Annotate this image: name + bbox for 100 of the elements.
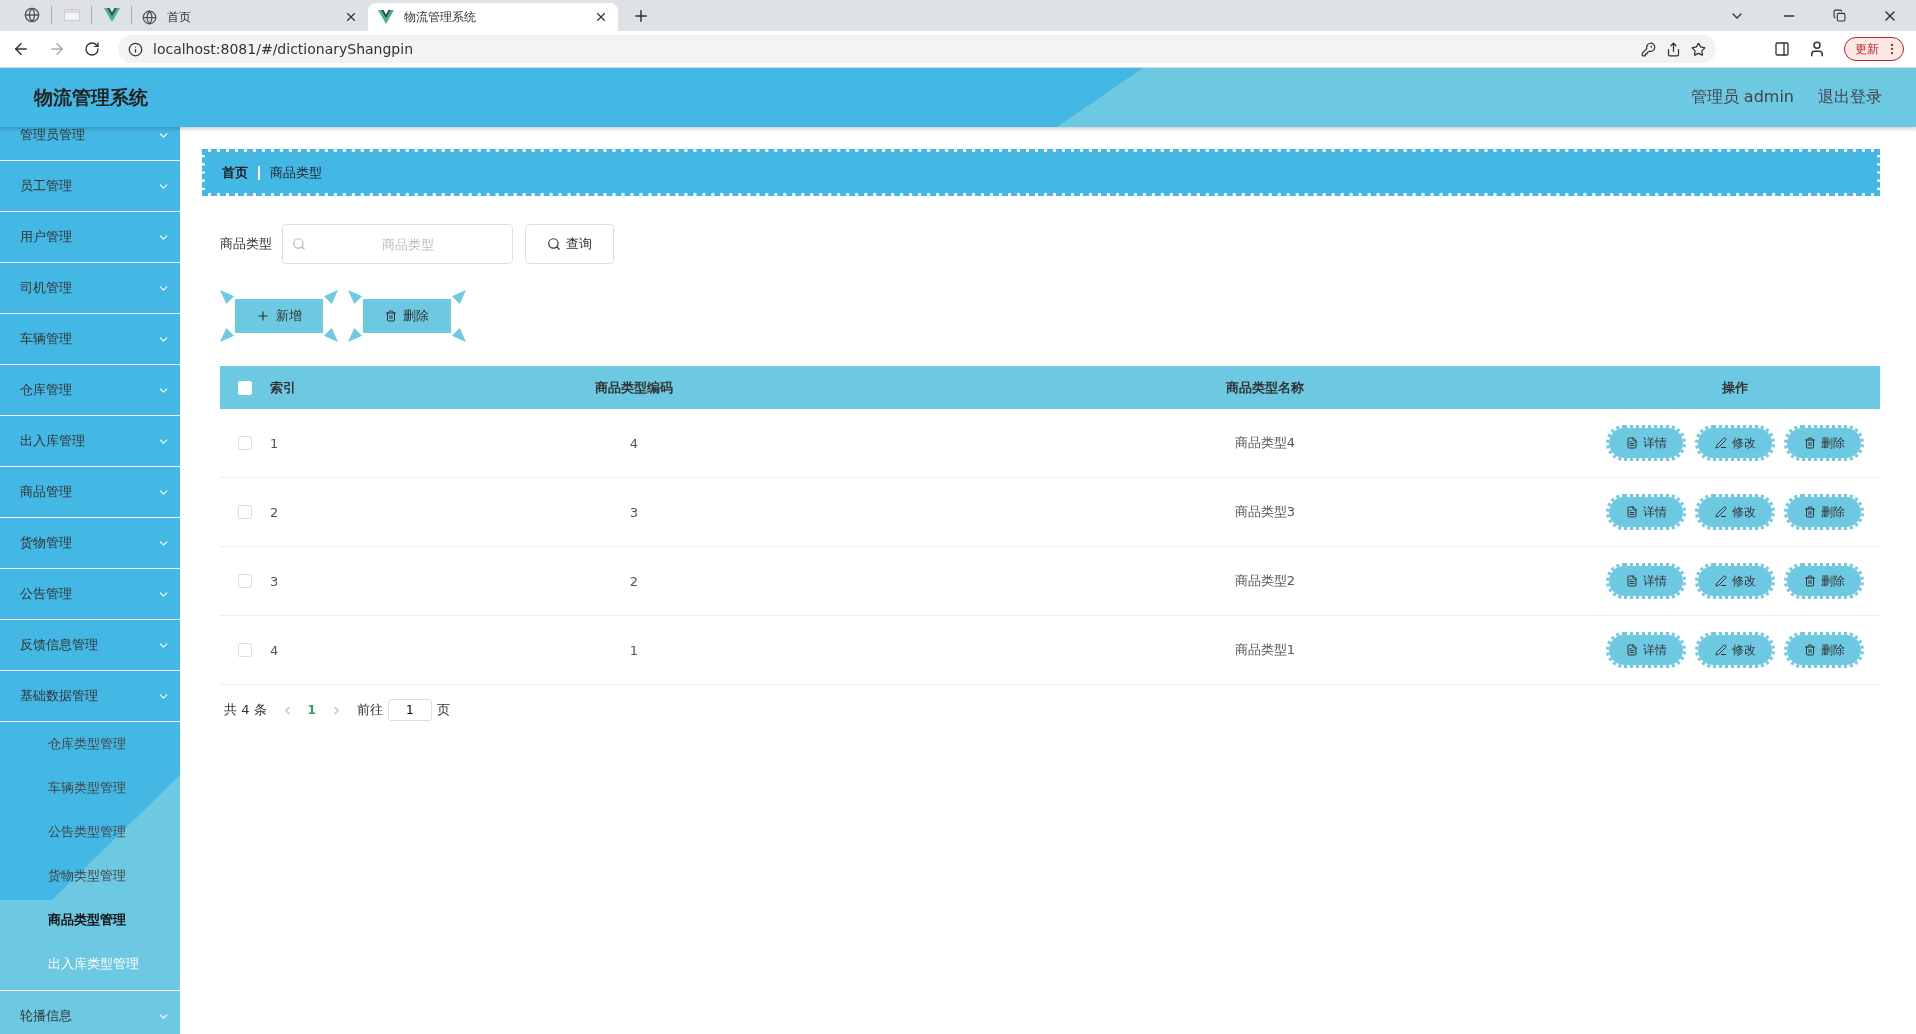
back-icon[interactable] <box>12 40 30 58</box>
add-button[interactable]: 新增 <box>220 290 338 342</box>
table-cell-text: 1 <box>270 435 280 451</box>
edit-button[interactable]: 修改 <box>1695 632 1775 668</box>
select-all-checkbox[interactable] <box>238 380 252 395</box>
menu-item[interactable]: 反馈信息管理 <box>0 620 180 671</box>
menu-item[interactable]: 仓库管理 <box>0 365 180 416</box>
row-checkbox[interactable] <box>238 505 252 519</box>
menu-item[interactable]: 用户管理 <box>0 212 180 263</box>
trash-icon <box>1803 575 1816 587</box>
profile-icon[interactable] <box>1808 40 1826 58</box>
column-header: 商品类型编码 <box>594 378 674 397</box>
restore-icon[interactable] <box>1833 9 1846 22</box>
detail-button[interactable]: 详情 <box>1606 425 1686 461</box>
delete-button[interactable]: 删除 <box>1784 425 1864 461</box>
page-suffix: 页 <box>436 701 450 719</box>
search-icon <box>292 237 306 251</box>
table-cell-text: 商品类型3 <box>1233 503 1297 521</box>
table-cell-text: 3 <box>270 573 280 589</box>
table-cell-text: 商品类型2 <box>1233 572 1297 590</box>
row-checkbox[interactable] <box>238 643 252 657</box>
trash-icon <box>1803 644 1816 656</box>
column-header: 商品类型名称 <box>1225 378 1305 397</box>
vue-logo-icon[interactable] <box>103 8 120 22</box>
close-icon[interactable] <box>594 10 608 24</box>
menu-item[interactable]: 出入库管理 <box>0 416 180 467</box>
submenu-item[interactable]: 公告类型管理 <box>0 810 180 854</box>
search-icon <box>547 237 561 251</box>
delete-button[interactable]: 删除 <box>348 290 466 342</box>
user-link[interactable]: 管理员 admin <box>1690 87 1794 108</box>
submenu-item[interactable]: 仓库类型管理 <box>0 722 180 766</box>
detail-button[interactable]: 详情 <box>1606 494 1686 530</box>
edit-button[interactable]: 修改 <box>1695 494 1775 530</box>
menu-item[interactable]: 商品管理 <box>0 467 180 518</box>
trash-icon <box>385 310 397 322</box>
pen-icon <box>1714 437 1727 449</box>
menu-item[interactable]: 员工管理 <box>0 161 180 212</box>
menu-item[interactable]: 基础数据管理 <box>0 671 180 722</box>
search-label: 商品类型 <box>220 235 272 253</box>
table-cell-text: 商品类型4 <box>1233 434 1297 452</box>
row-checkbox[interactable] <box>238 436 252 450</box>
document-icon <box>1625 506 1638 518</box>
browser-tab[interactable]: 物流管理系统 <box>368 3 618 31</box>
reload-icon[interactable] <box>84 41 100 57</box>
breadcrumb-item[interactable]: 首页 <box>222 163 248 182</box>
goto-label: 前往 <box>356 701 383 719</box>
detail-button[interactable]: 详情 <box>1606 632 1686 668</box>
share-icon[interactable] <box>1666 41 1681 57</box>
table-cell-text: 1 <box>628 642 640 658</box>
row-checkbox[interactable] <box>238 574 252 588</box>
delete-button[interactable]: 删除 <box>1784 494 1864 530</box>
document-icon <box>1625 644 1638 656</box>
close-icon[interactable] <box>344 10 358 24</box>
document-icon <box>1625 575 1638 587</box>
key-icon[interactable] <box>1641 41 1656 57</box>
breadcrumb-item: 商品类型 <box>270 163 322 182</box>
app-title: 物流管理系统 <box>34 84 148 110</box>
menu-item[interactable]: 司机管理 <box>0 263 180 314</box>
delete-button[interactable]: 删除 <box>1784 632 1864 668</box>
delete-button[interactable]: 删除 <box>1784 563 1864 599</box>
menu-item[interactable]: 公告管理 <box>0 569 180 620</box>
page-input[interactable]: 1 <box>387 699 432 721</box>
search-field[interactable]: 商品类型 <box>282 224 513 264</box>
vue-logo-icon <box>378 10 394 24</box>
document-icon <box>1625 437 1638 449</box>
column-header: 索引 <box>270 378 297 397</box>
logout-link[interactable]: 退出登录 <box>1818 87 1882 108</box>
browser-tab[interactable]: 首页 <box>132 3 368 31</box>
submenu-item[interactable]: 货物类型管理 <box>0 854 180 898</box>
table-cell-text: 商品类型1 <box>1233 641 1297 659</box>
globe-icon <box>142 9 157 25</box>
table-cell-text: 2 <box>270 504 280 520</box>
pen-icon <box>1714 575 1727 587</box>
menu-item[interactable]: 货物管理 <box>0 518 180 569</box>
table-cell-text: 2 <box>628 573 640 589</box>
info-icon <box>128 41 143 57</box>
table-cell-text: 4 <box>628 435 640 451</box>
query-button[interactable]: 查询 <box>525 224 614 264</box>
total-count: 共 4 条 <box>224 701 267 719</box>
new-tab-icon[interactable] <box>632 7 650 25</box>
table-cell-text: 4 <box>270 642 280 658</box>
globe-icon[interactable] <box>23 7 40 23</box>
side-panel-icon[interactable] <box>1774 41 1790 57</box>
star-icon[interactable] <box>1691 41 1706 57</box>
pen-icon <box>1714 644 1727 656</box>
table-cell-text: 3 <box>628 504 640 520</box>
edit-button[interactable]: 修改 <box>1695 563 1775 599</box>
menu-item[interactable]: 管理员管理 <box>0 127 180 161</box>
update-button[interactable]: 更新 <box>1844 37 1904 61</box>
column-header: 操作 <box>1721 378 1749 397</box>
address-bar[interactable]: localhost:8081/#/dictionaryShangpin <box>118 35 1716 63</box>
menu-item[interactable]: 轮播信息 <box>0 991 180 1034</box>
trash-icon <box>1803 506 1816 518</box>
submenu-item[interactable]: 车辆类型管理 <box>0 766 180 810</box>
edit-button[interactable]: 修改 <box>1695 425 1775 461</box>
pen-icon <box>1714 506 1727 518</box>
plus-icon <box>256 309 270 323</box>
submenu-item[interactable]: 商品类型管理 <box>0 898 180 942</box>
menu-item[interactable]: 车辆管理 <box>0 314 180 365</box>
detail-button[interactable]: 详情 <box>1606 563 1686 599</box>
